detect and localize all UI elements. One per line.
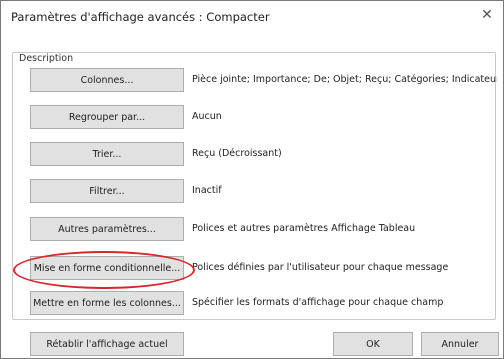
filter-button[interactable]: Filtrer...: [30, 179, 184, 203]
description-group-label: Description: [17, 53, 76, 64]
dialog-title: Paramètres d'affichage avancés : Compact…: [11, 10, 270, 24]
format-columns-button[interactable]: Mettre en forme les colonnes...: [30, 291, 184, 315]
advanced-view-settings-dialog: Paramètres d'affichage avancés : Compact…: [0, 0, 504, 359]
reset-view-button[interactable]: Rétablir l'affichage actuel: [30, 332, 184, 356]
sort-button[interactable]: Trier...: [30, 142, 184, 166]
sort-value: Reçu (Décroissant): [192, 148, 282, 159]
other-settings-value: Polices et autres paramètres Affichage T…: [192, 223, 416, 234]
close-button[interactable]: ✕: [475, 4, 499, 26]
close-icon: ✕: [481, 7, 493, 23]
group-by-button[interactable]: Regrouper par...: [30, 105, 184, 129]
format-columns-value: Spécifier les formats d'affichage pour c…: [192, 297, 444, 308]
conditional-formatting-value: Polices définies par l'utilisateur pour …: [192, 262, 449, 273]
columns-button[interactable]: Colonnes...: [30, 68, 184, 92]
other-settings-button[interactable]: Autres paramètres...: [30, 217, 184, 241]
conditional-formatting-button[interactable]: Mise en forme conditionnelle...: [30, 256, 184, 280]
columns-value: Pièce jointe; Importance; De; Objet; Reç…: [192, 74, 497, 85]
filter-value: Inactif: [192, 185, 222, 196]
title-bar: Paramètres d'affichage avancés : Compact…: [1, 1, 503, 31]
cancel-button[interactable]: Annuler: [421, 332, 499, 356]
group-by-value: Aucun: [192, 111, 222, 122]
ok-button[interactable]: OK: [333, 332, 413, 356]
